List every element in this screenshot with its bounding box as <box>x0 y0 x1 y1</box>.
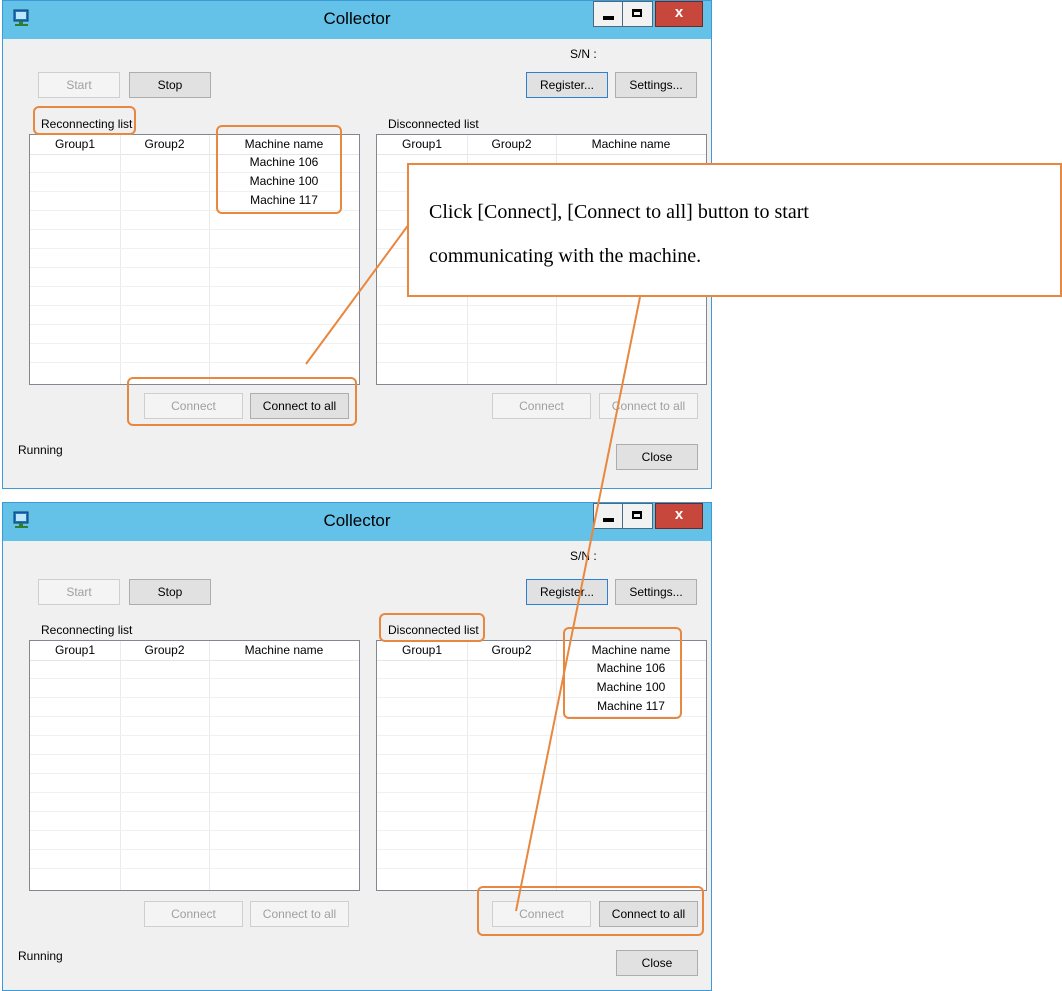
instruction-callout: Click [Connect], [Connect to all] button… <box>407 163 1062 297</box>
callout-line-1: Click [Connect], [Connect to all] button… <box>429 201 809 223</box>
highlight-reconnecting-label <box>33 106 136 135</box>
callout-line-2: communicating with the machine. <box>429 245 702 267</box>
highlight-connect-buttons-after <box>477 886 704 936</box>
highlight-connect-buttons-before <box>127 377 357 426</box>
highlight-machine-names-after <box>563 627 682 719</box>
highlight-machine-names-before <box>216 125 342 214</box>
callout-pointer-lines <box>305 219 641 912</box>
highlight-disconnected-label <box>379 613 485 642</box>
